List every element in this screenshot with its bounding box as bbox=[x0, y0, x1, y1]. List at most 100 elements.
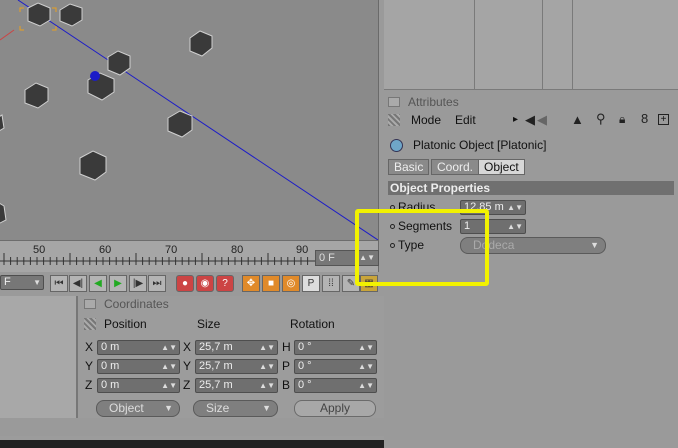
keyframe-help-icon[interactable]: ? bbox=[216, 275, 234, 292]
size-x-field[interactable]: 25,7 m ▲▼ bbox=[195, 340, 278, 355]
size-x-value: 25,7 m bbox=[199, 341, 233, 353]
play-backward-button[interactable]: ◀ bbox=[89, 275, 107, 292]
dodecahedron bbox=[0, 114, 5, 131]
new-panel-icon[interactable]: + bbox=[658, 114, 669, 125]
pos-z-value: 0 m bbox=[101, 379, 120, 391]
spin-arrows-icon[interactable]: ▲▼ bbox=[507, 220, 523, 233]
size-y-field[interactable]: 25,7 m ▲▼ bbox=[195, 359, 278, 374]
column-divider bbox=[572, 0, 573, 90]
lock-icon[interactable]: 🔒︎ bbox=[619, 112, 625, 127]
position-header: Position bbox=[104, 317, 147, 331]
go-to-start-button[interactable]: ⏮ bbox=[50, 275, 68, 292]
ruler-label: 60 bbox=[99, 244, 112, 256]
chevron-down-icon: ▼ bbox=[262, 403, 271, 413]
rot-h-field[interactable]: 0 ° ▲▼ bbox=[294, 340, 377, 355]
rotate-icon[interactable]: ◎ bbox=[282, 275, 300, 292]
pos-x-label: X bbox=[85, 340, 94, 354]
spin-arrows-icon[interactable]: ▲▼ bbox=[358, 360, 374, 373]
dodecahedron bbox=[0, 203, 7, 224]
tab-object[interactable]: Object bbox=[478, 159, 525, 175]
platonic-object-icon bbox=[390, 139, 403, 152]
size-z-field[interactable]: 25,7 m ▲▼ bbox=[195, 378, 278, 393]
dodecahedron bbox=[27, 2, 51, 27]
pos-y-label: Y bbox=[85, 359, 94, 373]
panel-grip-icon[interactable] bbox=[84, 299, 96, 309]
pos-y-value: 0 m bbox=[101, 360, 120, 372]
ruler-ticks bbox=[0, 253, 315, 265]
dodecahedron bbox=[79, 150, 107, 181]
size-x-label: X bbox=[183, 340, 192, 354]
go-to-end-button[interactable]: ⏭ bbox=[148, 275, 166, 292]
size-mode-dropdown[interactable]: Size ▼ bbox=[193, 400, 278, 417]
chevron-down-icon: ▼ bbox=[590, 240, 599, 250]
rotation-header: Rotation bbox=[290, 317, 335, 331]
points-icon[interactable]: ⁞⁞ bbox=[322, 275, 340, 292]
spin-arrows-icon[interactable]: ▲▼ bbox=[259, 379, 275, 392]
param-icon[interactable]: P bbox=[302, 275, 320, 292]
record-icon[interactable]: ● bbox=[176, 275, 194, 292]
dodecahedron bbox=[167, 110, 193, 138]
panel-grip-icon[interactable] bbox=[388, 97, 400, 107]
spin-arrows-icon[interactable]: ▲▼ bbox=[161, 379, 177, 392]
coordinates-panel: Coordinates Position Size Rotation X 0 m… bbox=[0, 296, 384, 448]
spin-arrows-icon[interactable]: ▲▼ bbox=[358, 379, 374, 392]
left-empty-panel bbox=[0, 296, 78, 418]
size-z-value: 25,7 m bbox=[199, 379, 233, 391]
highlight-box bbox=[355, 209, 489, 286]
transport-bar: F ▼ ⏮ ◀| ◀ ▶ |▶ ⏭ ● ◉ ? ✥ ■ ◎ P ⁞⁞ ✎ ▦ bbox=[0, 272, 384, 296]
spin-arrows-icon[interactable]: ▲▼ bbox=[161, 341, 177, 354]
tab-basic[interactable]: Basic bbox=[388, 159, 430, 175]
spin-arrows-icon[interactable]: ▲▼ bbox=[161, 360, 177, 373]
move-icon[interactable]: ✥ bbox=[242, 275, 260, 292]
scale-icon[interactable]: ■ bbox=[262, 275, 280, 292]
pos-z-label: Z bbox=[85, 378, 93, 392]
object-manager-area[interactable] bbox=[384, 0, 678, 90]
spin-arrows-icon[interactable]: ▲▼ bbox=[507, 201, 523, 214]
column-divider bbox=[474, 0, 475, 90]
prev-key-button[interactable]: ◀| bbox=[69, 275, 87, 292]
3d-viewport[interactable] bbox=[0, 0, 378, 240]
current-frame-value: 0 F bbox=[319, 252, 335, 264]
rot-h-value: 0 ° bbox=[298, 341, 312, 353]
size-z-label: Z bbox=[183, 378, 191, 392]
pos-x-field[interactable]: 0 m ▲▼ bbox=[97, 340, 180, 355]
forward-arrow-icon[interactable]: ◀ bbox=[537, 112, 547, 128]
spin-arrows-icon[interactable]: ▲▼ bbox=[358, 341, 374, 354]
attributes-title: Attributes bbox=[408, 95, 459, 109]
search-icon[interactable]: ⚲ bbox=[596, 111, 606, 127]
menu-edit[interactable]: Edit bbox=[455, 113, 476, 127]
menu-mode[interactable]: Mode bbox=[411, 113, 441, 127]
pos-y-field[interactable]: 0 m ▲▼ bbox=[97, 359, 180, 374]
play-forward-button[interactable]: ▶ bbox=[109, 275, 127, 292]
grip-icon bbox=[388, 114, 400, 126]
link-icon[interactable]: 8 bbox=[641, 111, 648, 126]
ruler-label: 90 bbox=[296, 244, 309, 256]
ruler-label: 80 bbox=[231, 244, 244, 256]
spin-arrows-icon[interactable]: ▲▼ bbox=[259, 360, 275, 373]
spin-arrows-icon[interactable]: ▼ bbox=[33, 276, 41, 289]
tab-coord[interactable]: Coord. bbox=[431, 159, 480, 175]
rot-p-field[interactable]: 0 ° ▲▼ bbox=[294, 359, 377, 374]
chevron-down-icon: ▼ bbox=[164, 403, 173, 413]
ruler-label: 50 bbox=[33, 244, 46, 256]
dodecahedron bbox=[189, 30, 213, 57]
next-key-button[interactable]: |▶ bbox=[129, 275, 147, 292]
dodecahedron bbox=[59, 3, 83, 27]
menu-arrow-icon[interactable]: ▸ bbox=[513, 114, 518, 125]
pos-z-field[interactable]: 0 m ▲▼ bbox=[97, 378, 180, 393]
coord-mode-value: Object bbox=[109, 401, 144, 415]
size-header: Size bbox=[197, 317, 221, 331]
back-arrow-icon[interactable]: ◀ bbox=[525, 112, 535, 128]
size-mode-value: Size bbox=[206, 401, 230, 415]
dodecahedron bbox=[107, 50, 131, 76]
up-arrow-icon[interactable]: ▲ bbox=[571, 112, 584, 127]
rot-b-field[interactable]: 0 ° ▲▼ bbox=[294, 378, 377, 393]
end-frame-field[interactable]: F ▼ bbox=[0, 275, 44, 290]
rot-h-label: H bbox=[282, 340, 291, 354]
spin-arrows-icon[interactable]: ▲▼ bbox=[259, 341, 275, 354]
apply-button[interactable]: Apply bbox=[294, 400, 376, 417]
size-y-label: Y bbox=[183, 359, 192, 373]
coordinates-title: Coordinates bbox=[104, 297, 169, 311]
coord-mode-dropdown[interactable]: Object ▼ bbox=[96, 400, 180, 417]
autokey-icon[interactable]: ◉ bbox=[196, 275, 214, 292]
